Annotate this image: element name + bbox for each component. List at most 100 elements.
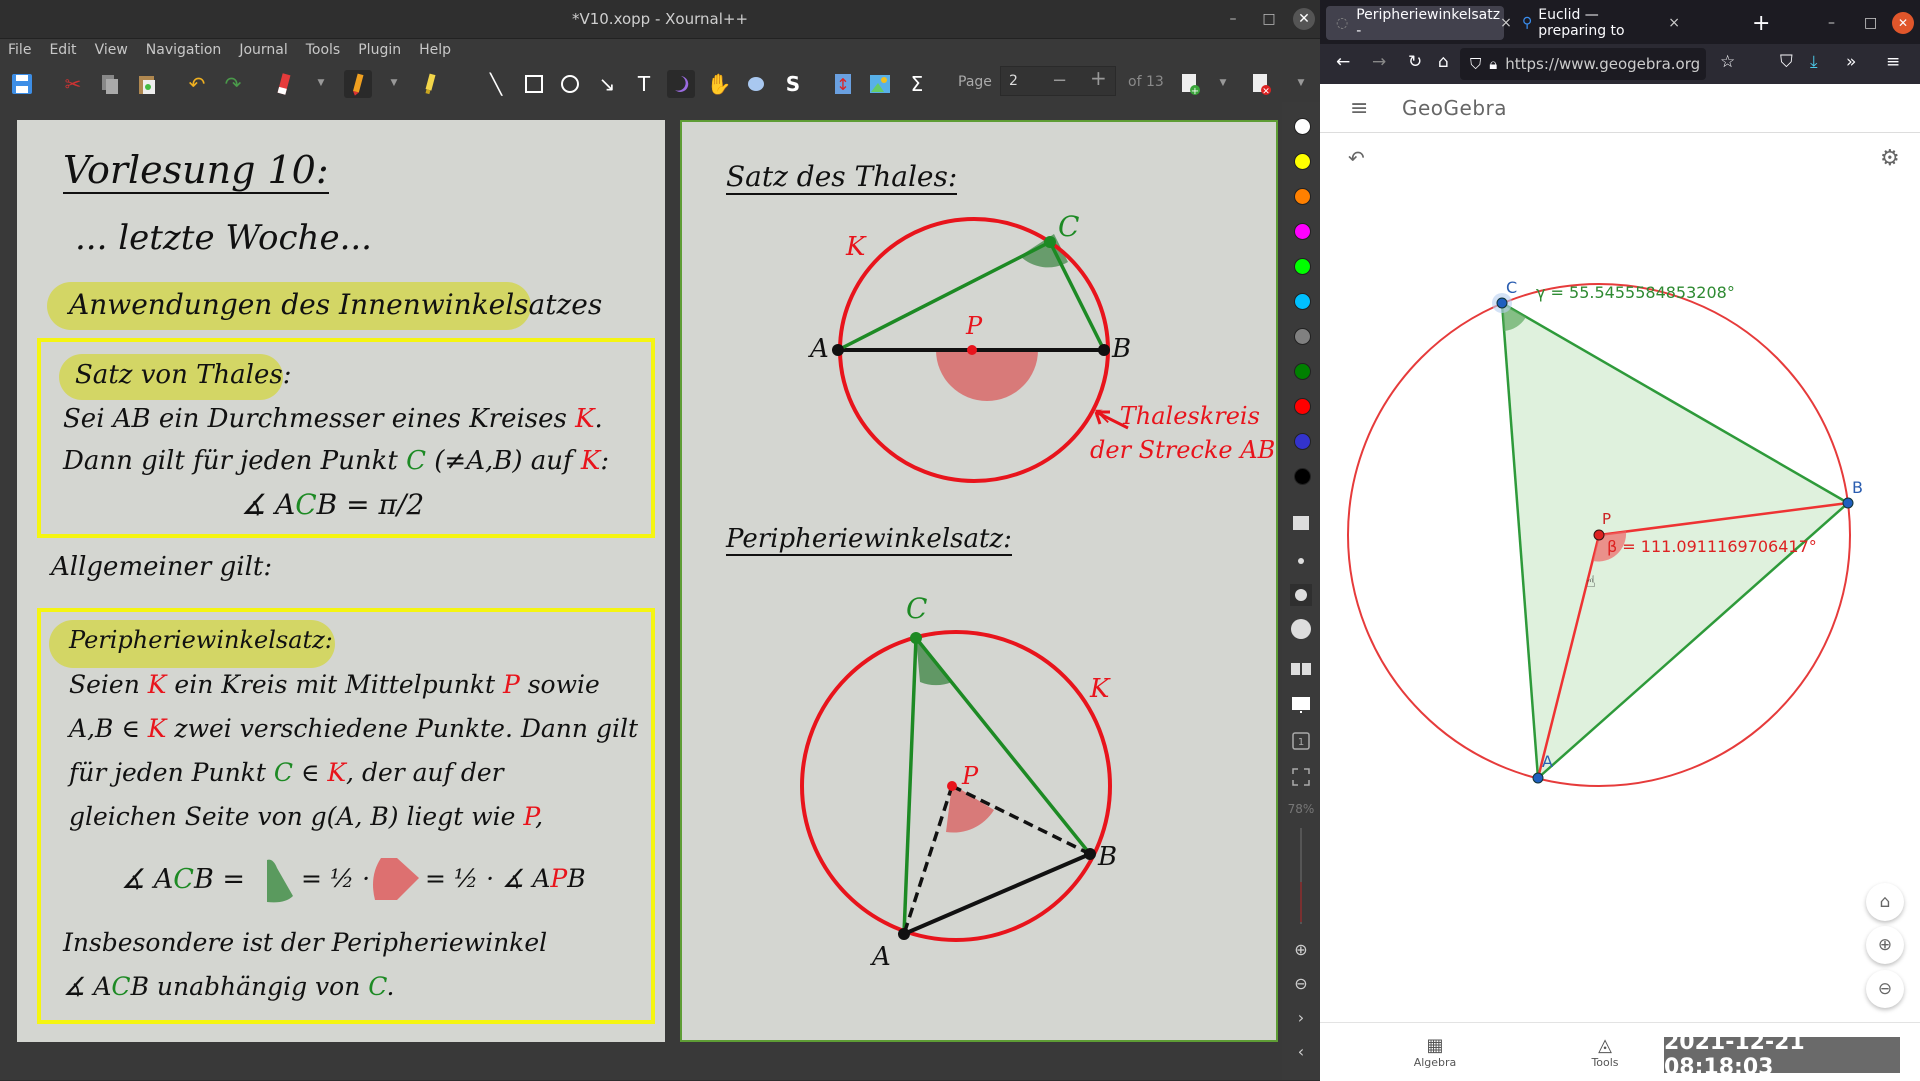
notebook-page-2[interactable]: Satz des Thales: K C A B P ↖ Thaleskreis… bbox=[680, 120, 1278, 1042]
center-p: P bbox=[523, 802, 536, 831]
standard-view-home-icon[interactable]: ⌂ bbox=[1866, 883, 1904, 921]
pocket-icon[interactable]: ⛉ bbox=[1780, 52, 1793, 72]
hamburger-menu-icon[interactable]: ≡ bbox=[1350, 96, 1368, 121]
pen-icon[interactable] bbox=[344, 70, 372, 98]
zoom-out-icon[interactable]: ⊖ bbox=[1866, 970, 1904, 1008]
maximize-button[interactable]: □ bbox=[1258, 8, 1280, 30]
tab-euclid[interactable]: ⚲ Euclid — preparing to × bbox=[1514, 6, 1684, 40]
menu-plugin[interactable]: Plugin bbox=[358, 42, 401, 58]
color-swatch-yellow[interactable] bbox=[1294, 153, 1311, 170]
new-tab-button[interactable]: + bbox=[1752, 6, 1770, 40]
text: B = bbox=[193, 864, 246, 895]
eraser-icon[interactable] bbox=[270, 70, 298, 98]
downloads-icon[interactable]: ⤓ bbox=[1810, 52, 1818, 72]
text: , bbox=[535, 802, 544, 831]
home-icon[interactable]: ⌂ bbox=[1438, 52, 1449, 72]
zoom-in-icon[interactable]: ⊕ bbox=[1866, 926, 1904, 964]
text: (≠A,B) auf bbox=[426, 446, 581, 476]
browser-maximize-button[interactable]: □ bbox=[1864, 6, 1877, 40]
zoom-out-icon[interactable]: ⊖ bbox=[1290, 972, 1312, 994]
footer-tab-algebra[interactable]: ▦ Algebra bbox=[1400, 1035, 1470, 1069]
image-icon[interactable] bbox=[866, 70, 894, 98]
geogebra-graphics-view[interactable] bbox=[1320, 133, 1920, 1021]
reload-icon[interactable]: ↻ bbox=[1408, 52, 1422, 72]
menu-navigation[interactable]: Navigation bbox=[146, 42, 222, 58]
single-page-icon[interactable]: 1 bbox=[1290, 730, 1312, 752]
color-swatch-green[interactable] bbox=[1294, 258, 1311, 275]
green-angle-swatch bbox=[267, 859, 293, 903]
point-a bbox=[832, 344, 844, 356]
ellipse-tool-icon[interactable] bbox=[556, 70, 584, 98]
medium-stroke-icon[interactable] bbox=[1290, 584, 1312, 606]
highlighter-icon[interactable] bbox=[416, 70, 444, 98]
bookmark-star-icon[interactable]: ☆ bbox=[1720, 52, 1735, 72]
close-tab-icon[interactable]: × bbox=[1668, 15, 1680, 31]
color-swatch-magenta[interactable] bbox=[1294, 223, 1311, 240]
color-swatch-gray[interactable] bbox=[1294, 328, 1311, 345]
text: Sei AB ein Durchmesser eines Kreises bbox=[63, 404, 576, 434]
menu-edit[interactable]: Edit bbox=[49, 42, 76, 58]
cut-icon[interactable]: ✂ bbox=[59, 70, 87, 98]
two-page-view-icon[interactable] bbox=[1290, 658, 1312, 680]
paste-icon[interactable] bbox=[133, 70, 161, 98]
thick-stroke-icon[interactable] bbox=[1290, 618, 1312, 640]
color-swatch-blue[interactable] bbox=[1294, 433, 1311, 450]
menu-view[interactable]: View bbox=[95, 42, 128, 58]
browser-minimize-button[interactable]: – bbox=[1828, 6, 1835, 40]
close-button[interactable]: ✕ bbox=[1293, 8, 1315, 30]
shape-recognizer-icon[interactable] bbox=[742, 70, 770, 98]
text-tool-icon[interactable]: T bbox=[630, 70, 658, 98]
color-swatch-dark-green[interactable] bbox=[1294, 363, 1311, 380]
save-icon[interactable] bbox=[8, 70, 36, 98]
delete-page-icon[interactable]: ✕ bbox=[1247, 70, 1275, 98]
ruler-icon[interactable]: S bbox=[779, 70, 807, 98]
eraser-dropdown-icon[interactable]: ▼ bbox=[316, 78, 326, 88]
notebook-page-1[interactable]: Vorlesung 10: ... letzte Woche... Anwend… bbox=[17, 120, 665, 1042]
color-swatch-cyan[interactable] bbox=[1294, 293, 1311, 310]
overflow-icon[interactable]: » bbox=[1846, 52, 1856, 72]
fullscreen-icon[interactable] bbox=[1290, 766, 1312, 788]
line-tool-icon[interactable]: ╲ bbox=[482, 70, 510, 98]
subtitle: ... letzte Woche... bbox=[75, 218, 372, 258]
minimize-button[interactable]: – bbox=[1222, 8, 1244, 30]
fill-icon[interactable] bbox=[1290, 512, 1312, 534]
redo-icon[interactable]: ↷ bbox=[219, 70, 247, 98]
color-swatch-red[interactable] bbox=[1294, 398, 1311, 415]
zoom-in-icon[interactable]: ⊕ bbox=[1290, 938, 1312, 960]
menu-file[interactable]: File bbox=[8, 42, 31, 58]
presentation-mode-icon[interactable] bbox=[1290, 694, 1312, 716]
color-swatch-black[interactable] bbox=[1294, 468, 1311, 485]
svg-text:↕: ↕ bbox=[836, 75, 849, 94]
forward-icon[interactable]: → bbox=[1372, 52, 1386, 72]
close-tab-icon[interactable]: × bbox=[1500, 15, 1512, 31]
rectangle-tool-icon[interactable] bbox=[520, 70, 548, 98]
add-page-dropdown-icon[interactable]: ▼ bbox=[1218, 78, 1228, 88]
back-icon[interactable]: ← bbox=[1336, 52, 1350, 72]
color-swatch-orange[interactable] bbox=[1294, 188, 1311, 205]
arrow-tool-icon[interactable]: ↘ bbox=[593, 70, 621, 98]
menu-tools[interactable]: Tools bbox=[306, 42, 341, 58]
next-page-icon[interactable]: › bbox=[1290, 1006, 1312, 1028]
label-p: P bbox=[966, 312, 983, 340]
page-decrement-button[interactable]: − bbox=[1052, 70, 1067, 91]
hand-tool-icon[interactable]: ✋ bbox=[705, 70, 733, 98]
page-increment-button[interactable]: + bbox=[1090, 66, 1107, 90]
footer-tab-tools[interactable]: ◬ Tools bbox=[1570, 1035, 1640, 1069]
latex-icon[interactable]: Σ bbox=[903, 70, 931, 98]
url-bar[interactable]: ⛉ 🔒︎ https://www.geogebra.org bbox=[1460, 48, 1706, 80]
menu-journal[interactable]: Journal bbox=[239, 42, 287, 58]
pen-dropdown-icon[interactable]: ▼ bbox=[389, 78, 399, 88]
thin-stroke-icon[interactable] bbox=[1290, 550, 1312, 572]
previous-page-icon[interactable]: ‹ bbox=[1290, 1040, 1312, 1062]
tab-peripheriewinkelsatz[interactable]: ◌ Peripheriewinkelsatz - × bbox=[1326, 6, 1512, 40]
select-region-icon[interactable] bbox=[667, 70, 695, 98]
undo-icon[interactable]: ↶ bbox=[183, 70, 211, 98]
browser-close-button[interactable]: ✕ bbox=[1892, 12, 1914, 34]
menu-help[interactable]: Help bbox=[419, 42, 451, 58]
add-page-icon[interactable]: + bbox=[1176, 70, 1204, 98]
color-swatch-white[interactable] bbox=[1294, 118, 1311, 135]
toolbar-overflow-icon[interactable]: ▼ bbox=[1296, 78, 1306, 88]
app-menu-icon[interactable]: ≡ bbox=[1886, 52, 1900, 72]
copy-icon[interactable] bbox=[96, 70, 124, 98]
vertical-space-icon[interactable]: ↕ bbox=[829, 70, 857, 98]
